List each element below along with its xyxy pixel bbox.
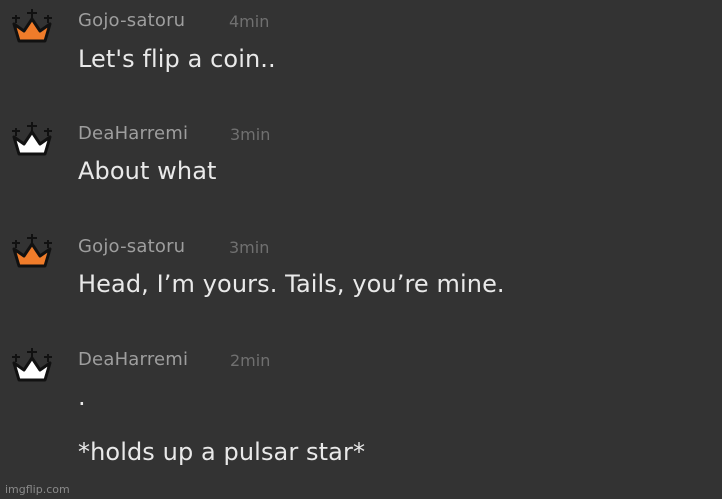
timestamp: 4min [229,12,270,31]
crown-icon [12,122,52,156]
message-text: Let's flip a coin.. [78,45,276,73]
crown-icon [12,234,52,268]
username[interactable]: Gojo-satoru [78,10,185,31]
message-text: *holds up a pulsar star* [78,438,366,466]
message-text: About what [78,157,217,185]
username[interactable]: DeaHarremi [78,349,188,370]
message-text: . [78,383,86,411]
timestamp: 2min [230,351,271,370]
username[interactable]: Gojo-satoru [78,236,185,257]
crown-icon [12,348,52,382]
username[interactable]: DeaHarremi [78,123,188,144]
crown-icon [12,9,52,43]
timestamp: 3min [230,125,271,144]
watermark: imgflip.com [5,483,70,496]
timestamp: 3min [229,238,270,257]
message-text: Head, I’m yours. Tails, you’re mine. [78,270,505,298]
